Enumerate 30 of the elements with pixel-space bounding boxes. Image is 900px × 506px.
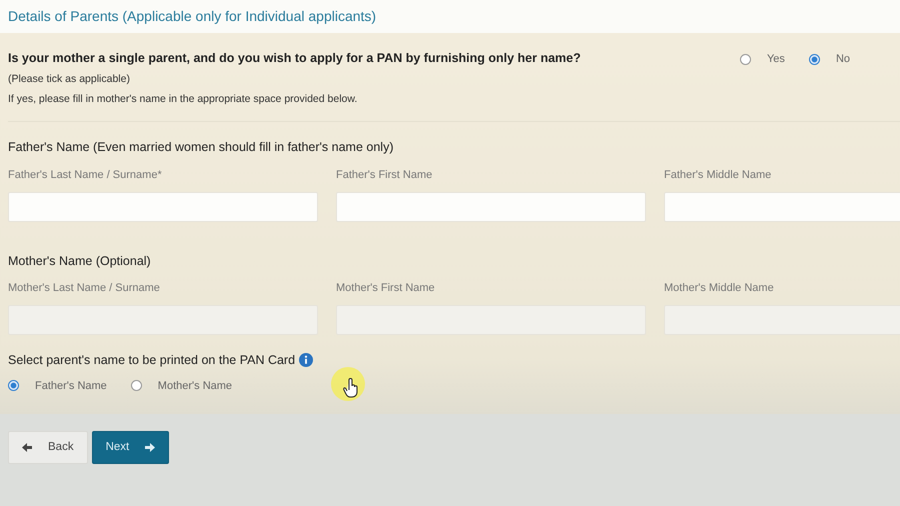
field-label: Mother's Middle Name [664, 281, 775, 296]
field-label: Father's Middle Name [664, 168, 772, 183]
next-button[interactable]: Next [92, 431, 170, 464]
field-label: Father's First Name [336, 168, 434, 183]
input-field[interactable] [8, 192, 318, 222]
radio-label[interactable]: Yes [766, 51, 785, 68]
left-arrow-icon [22, 443, 32, 452]
input-field[interactable] [664, 192, 900, 222]
field-label: Mother's Last Name / Surname [8, 281, 161, 296]
section-title: Details of Parents (Applicable only for Individual applicants) [8, 8, 376, 24]
group-heading: Mother's Name (Optional) [8, 252, 152, 270]
radio-label[interactable]: Father's Name [35, 378, 107, 394]
cursor-highlight-drawing [330, 366, 366, 402]
radio-button[interactable] [8, 380, 19, 392]
field-label: Select parent's name to be printed on the PAN Card [8, 352, 296, 369]
field-label: Father's Last Name / Surname* [8, 168, 163, 183]
radio-button[interactable] [740, 54, 751, 65]
radio-label[interactable]: No [836, 51, 850, 68]
radio-button[interactable] [808, 54, 820, 65]
question-text: Is your mother a single parent, and do you wish to apply for a PAN by furnishing only her name? [8, 50, 581, 67]
back-button[interactable]: Back [8, 431, 88, 464]
right-arrow-icon [145, 443, 156, 452]
field-label: Mother's First Name [336, 281, 436, 296]
group-heading: Father's Name (Even married women should fill in father's name only) [8, 139, 394, 156]
radio-button[interactable] [130, 380, 142, 392]
radio-label[interactable]: Mother's Name [158, 378, 232, 394]
note-text: (Please tick as applicable) [8, 72, 131, 87]
info-icon[interactable] [299, 353, 314, 368]
input-field[interactable] [336, 192, 646, 222]
hint-text: If yes, please fill in mother's name in the appropriate space provided below. [8, 92, 358, 106]
